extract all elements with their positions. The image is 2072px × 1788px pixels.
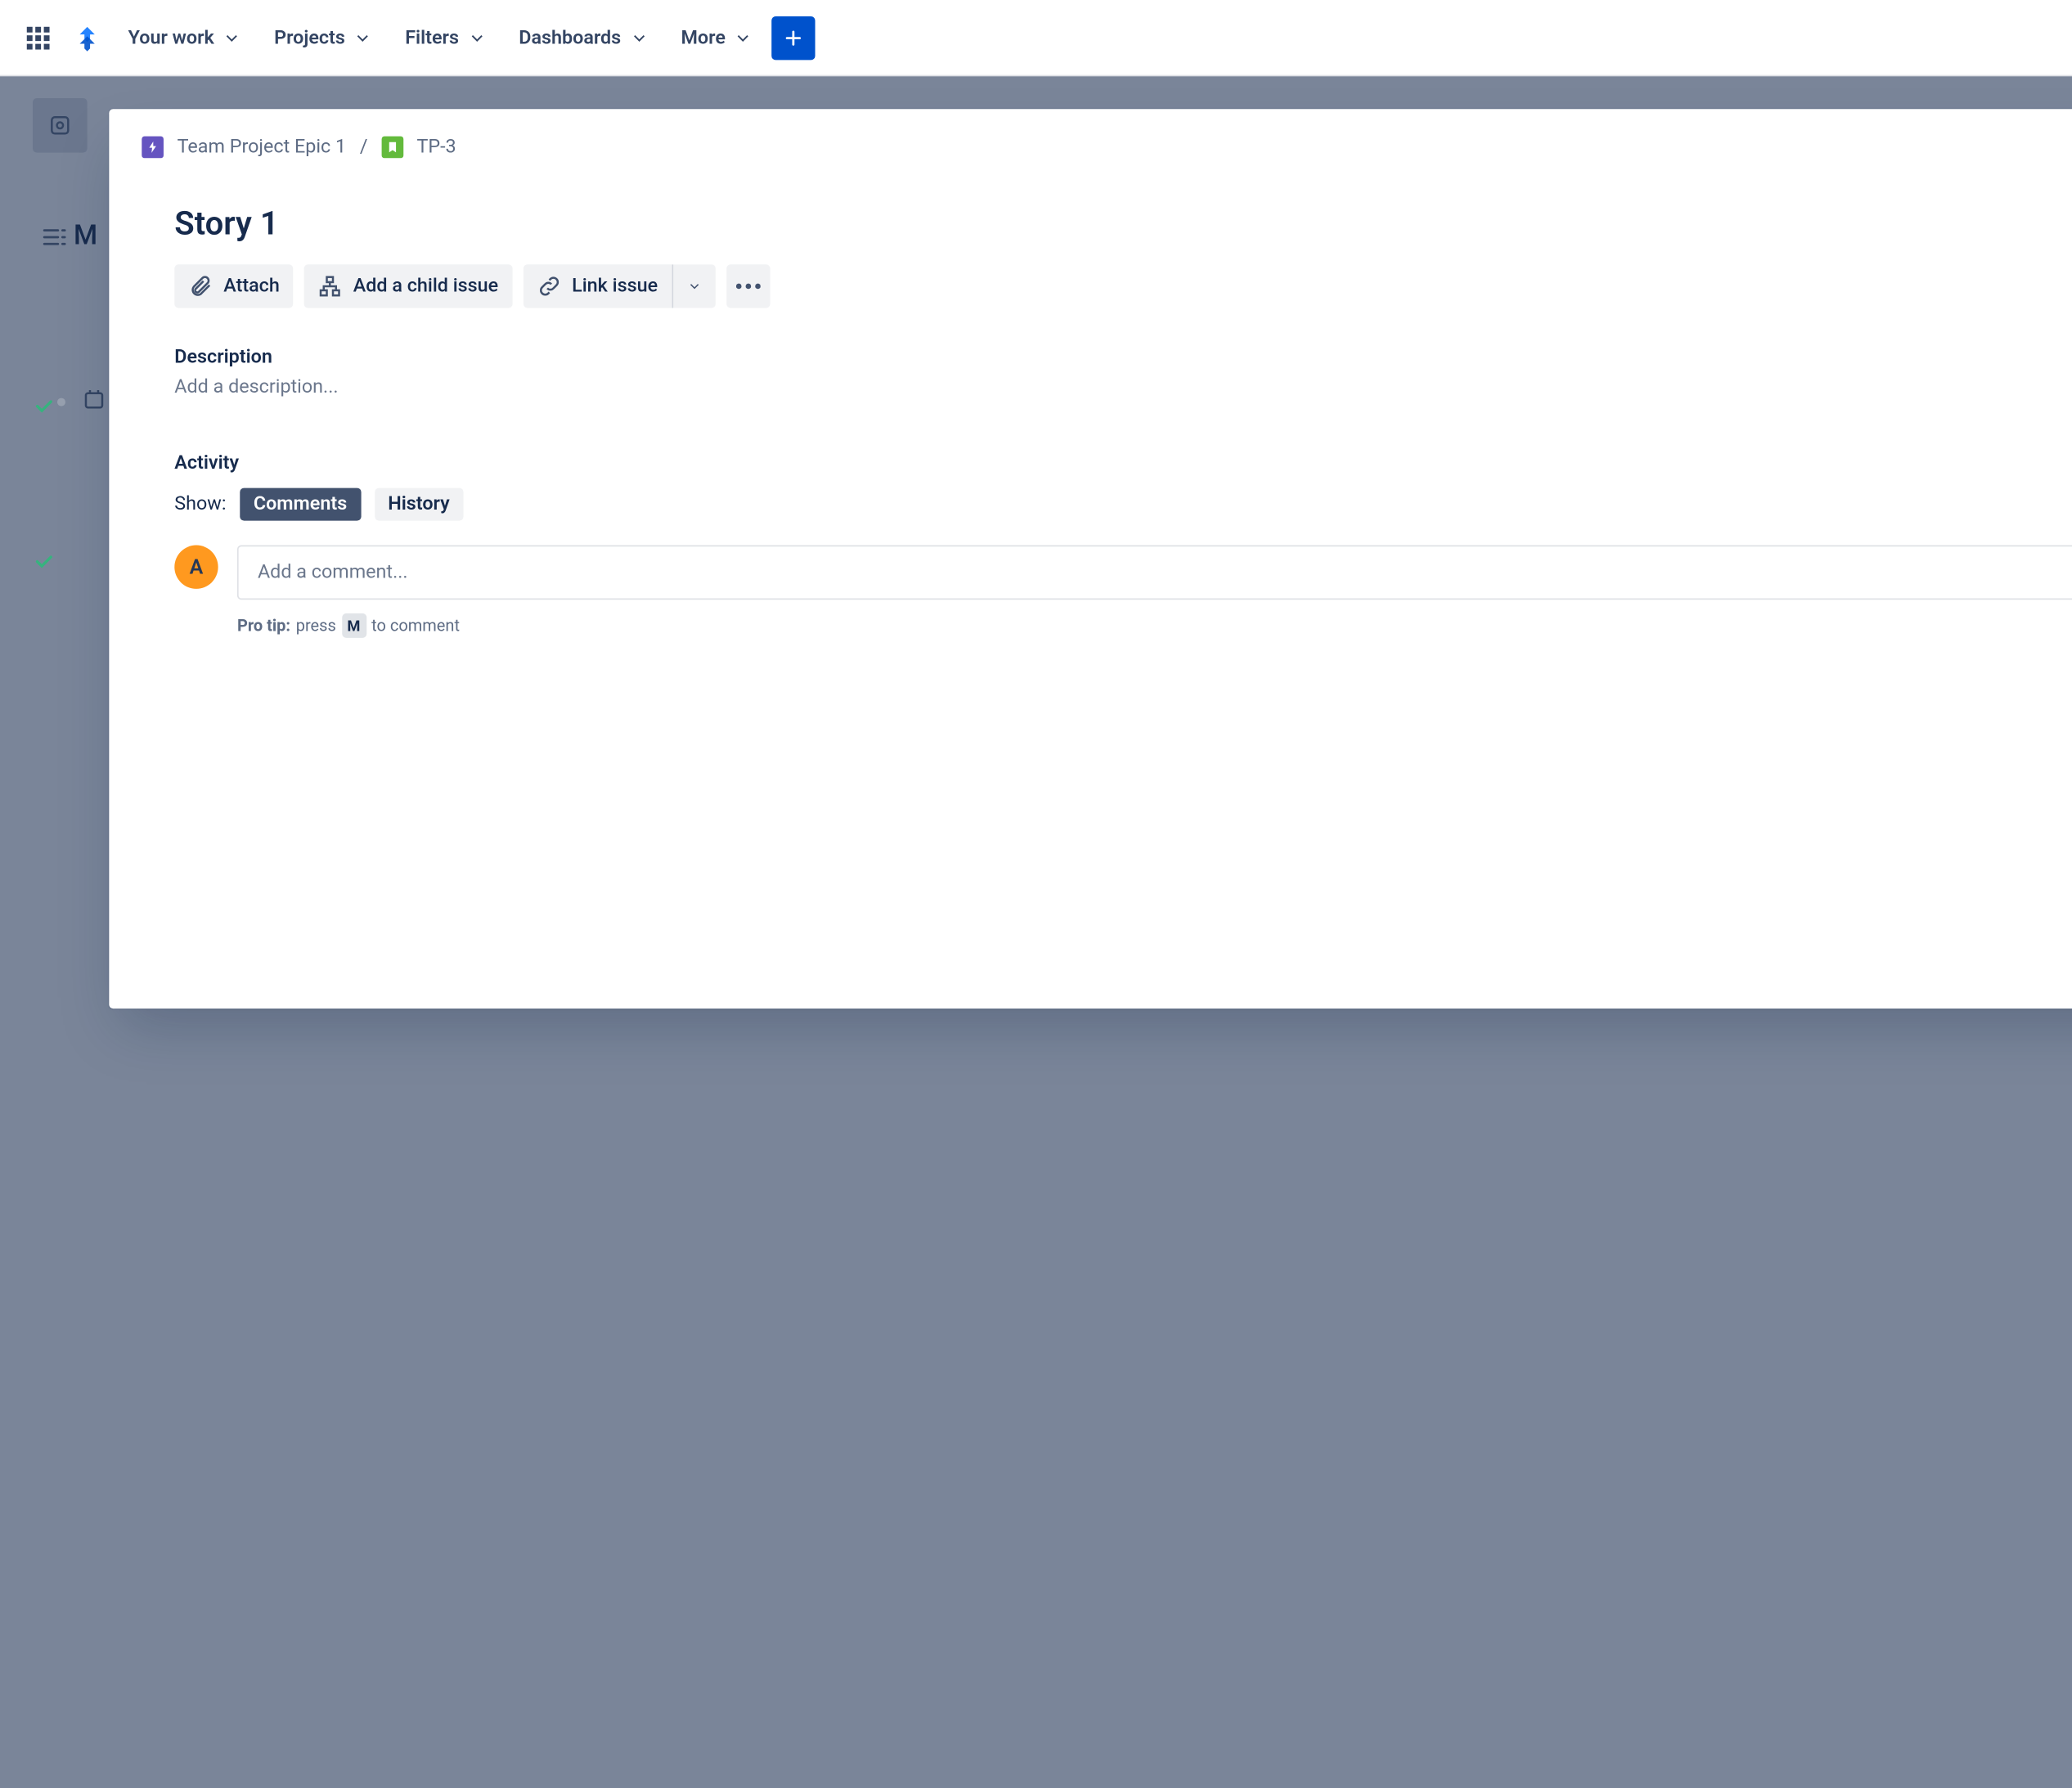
chevron-down-icon [467,28,486,47]
chevron-down-icon [222,28,241,47]
epic-icon [142,137,164,159]
chevron-down-icon [734,28,753,47]
tab-comments[interactable]: Comments [240,488,361,521]
nav-dashboards-label: Dashboards [519,26,621,48]
activity-filter-row: Show: Comments History [174,488,463,521]
nav-more[interactable]: More [667,18,766,56]
add-child-label: Add a child issue [353,276,498,298]
nav-dashboards[interactable]: Dashboards [506,18,663,56]
comment-avatar: A [174,546,218,589]
bg-sidebar-icon [41,223,68,256]
top-nav: Your work Projects Filters Dashboards Mo… [0,0,2072,76]
link-issue-label: Link issue [572,276,658,298]
breadcrumb: Team Project Epic 1 / TP-3 [142,137,456,159]
bg-text-m: M [74,218,97,251]
nav-your-work[interactable]: Your work [115,18,255,56]
activity-heading: Activity [174,452,2072,474]
tab-history[interactable]: History [375,488,464,521]
issue-modal: Team Project Epic 1 / TP-3 1 [109,109,2072,1009]
chevron-down-icon [629,28,648,47]
app-switcher-icon[interactable] [16,16,60,59]
link-issue-button[interactable]: Link issue [523,264,672,308]
link-icon [537,274,561,299]
description-input[interactable]: Add a description... [174,376,2072,398]
attach-button[interactable]: Attach [174,264,293,308]
issue-title[interactable]: Story 1 [174,204,2072,243]
bg-check-icon [33,395,55,422]
nav-projects[interactable]: Projects [260,18,385,56]
activity-show-label: Show: [174,493,226,515]
nav-filters-label: Filters [405,26,459,48]
modal-header: Team Project Epic 1 / TP-3 1 [109,109,2072,185]
issue-action-row: Attach Add a child issue Link issue [174,264,2072,308]
issue-more-actions-button[interactable] [726,264,769,308]
plus-icon [783,26,805,48]
breadcrumb-epic-link[interactable]: Team Project Epic 1 [178,137,347,159]
nav-filters[interactable]: Filters [392,18,500,56]
attach-label: Attach [223,276,280,298]
more-icon [735,274,760,299]
story-icon [381,137,403,159]
pro-tip: Pro tip: press M to comment [237,613,2072,638]
attach-icon [188,274,213,299]
add-child-issue-button[interactable]: Add a child issue [304,264,512,308]
link-issue-dropdown[interactable] [672,264,715,308]
jira-logo-icon[interactable] [65,16,109,59]
description-label: Description [174,346,2072,368]
nav-your-work-label: Your work [128,26,214,48]
nav-more-label: More [681,26,726,48]
hierarchy-icon [317,274,342,299]
chevron-down-icon [353,28,372,47]
bg-date-icon [82,387,106,417]
bg-toolbar-icon [33,98,88,153]
issue-main-column: Story 1 Attach Add a child issue [174,199,2072,976]
create-button[interactable] [772,16,816,59]
nav-projects-label: Projects [274,26,345,48]
breadcrumb-key-link[interactable]: TP-3 [416,137,456,159]
chevron-down-icon [686,274,701,299]
comment-input[interactable]: Add a comment... [237,546,2072,600]
breadcrumb-separator: / [360,137,368,159]
kbd-m: M [341,613,366,638]
bg-dot [57,398,65,407]
bg-check-icon [33,550,55,577]
